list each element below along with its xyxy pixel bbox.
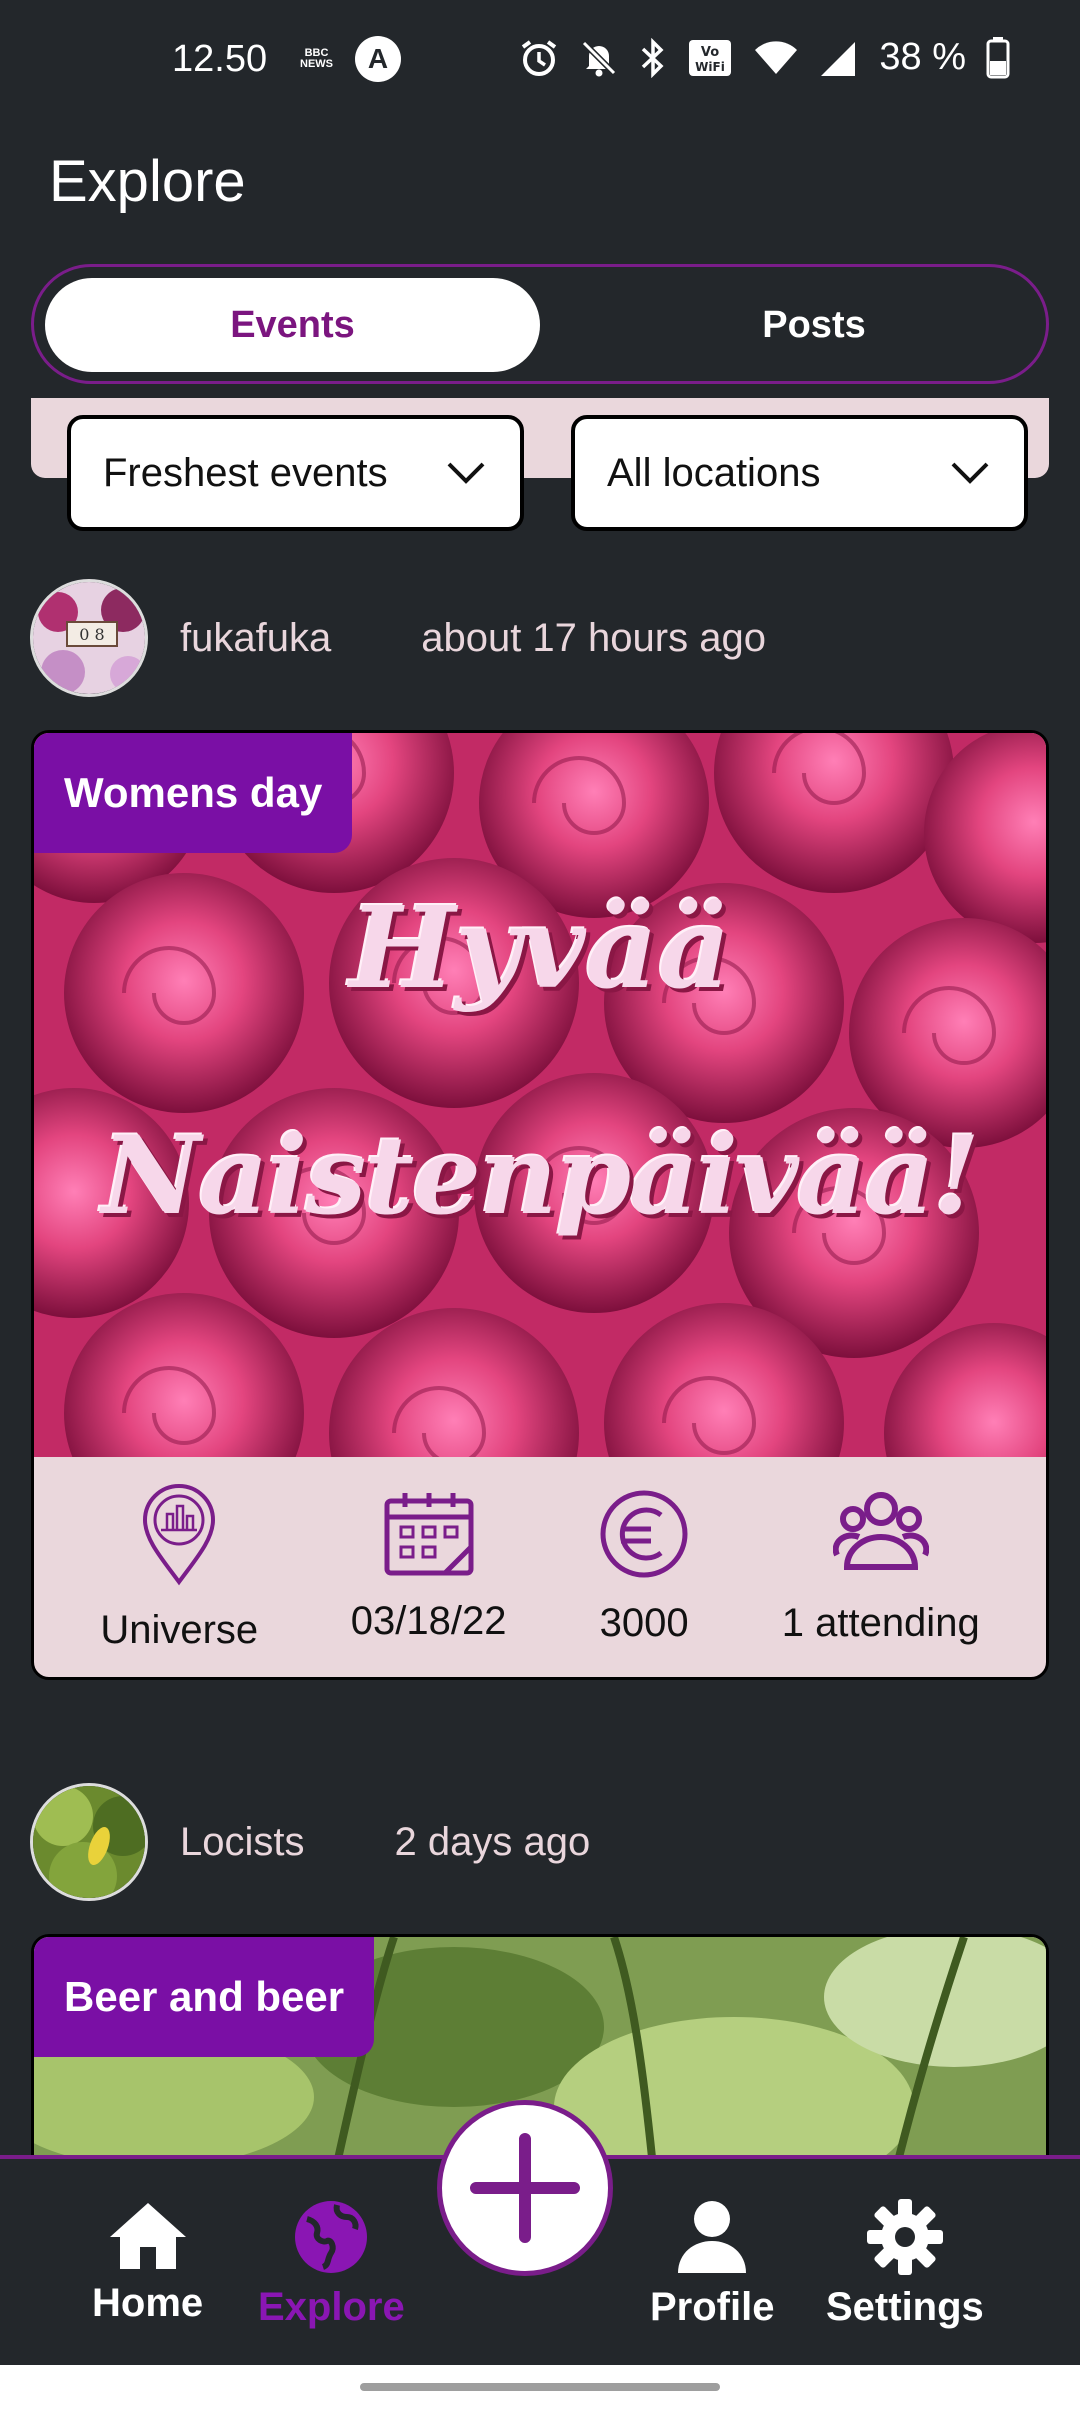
plus-icon (470, 2133, 580, 2243)
event-price: 3000 (599, 1489, 689, 1646)
author-name[interactable]: fukafuka (180, 616, 331, 661)
notification-icons: BBC NEWS A (300, 36, 401, 82)
event-price-text: 3000 (599, 1600, 689, 1645)
event-tag: Beer and beer (34, 1937, 375, 2057)
page-title: Explore (49, 149, 246, 214)
svg-text:0 8: 0 8 (79, 625, 104, 644)
globe-icon (295, 2201, 368, 2273)
nav-profile[interactable]: Profile (650, 2199, 774, 2330)
home-icon (109, 2203, 186, 2269)
gear-icon (866, 2199, 943, 2275)
nav-settings-label: Settings (826, 2285, 984, 2329)
tab-events[interactable]: Events (45, 278, 540, 372)
event-date: 03/18/22 (350, 1491, 507, 1644)
svg-text:Vo: Vo (701, 45, 719, 60)
system-status-icons: Vo WiFi 38 % (519, 36, 1010, 79)
nav-explore-label: Explore (258, 2285, 405, 2329)
chevron-down-icon (951, 462, 989, 484)
location-dropdown[interactable]: All locations (571, 415, 1028, 531)
nav-home-label: Home (92, 2281, 204, 2325)
avatar[interactable] (30, 1783, 148, 1901)
tab-switcher: Events Posts (31, 264, 1049, 384)
event-tag: Womens day (34, 733, 353, 853)
nav-profile-label: Profile (650, 2285, 775, 2329)
post-time: about 17 hours ago (421, 615, 766, 660)
event-attendees[interactable]: 1 attending (782, 1489, 980, 1646)
chevron-down-icon (447, 462, 485, 484)
event-attending-text: 1 attending (781, 1600, 980, 1645)
tab-posts[interactable]: Posts (574, 278, 1054, 372)
euro-icon (600, 1490, 688, 1577)
event-location-text: Universe (100, 1607, 259, 1652)
nav-home[interactable]: Home (92, 2199, 203, 2326)
event-date-text: 03/18/22 (350, 1598, 507, 1643)
event-card[interactable]: Hyvää Naistenpäivää! Womens day Universe (31, 730, 1049, 1680)
avatar[interactable]: 0 8 (30, 579, 148, 697)
sort-dropdown-value: Freshest events (103, 450, 388, 495)
event-image: Hyvää Naistenpäivää! Womens day (34, 733, 1046, 1457)
alarm-icon (522, 39, 557, 76)
bluetooth-icon (642, 37, 664, 78)
post-header: Locists 2 days ago (30, 1782, 1050, 1902)
battery-percent: 38 % (879, 36, 966, 78)
person-icon (678, 2201, 747, 2273)
location-dropdown-value: All locations (607, 450, 821, 495)
nav-explore[interactable]: Explore (258, 2199, 405, 2330)
status-time: 12.50 (172, 38, 268, 80)
author-name[interactable]: Locists (180, 1820, 305, 1865)
nav-settings[interactable]: Settings (826, 2199, 984, 2330)
wifi-icon (755, 40, 798, 74)
create-button[interactable] (437, 2100, 613, 2276)
image-greeting-line-2: Naistenpäivää! (101, 1113, 980, 1239)
sort-dropdown[interactable]: Freshest events (67, 415, 524, 531)
battery-icon (986, 36, 1010, 78)
group-icon (832, 1491, 929, 1570)
image-greeting-line-1: Hyvää (349, 883, 731, 1014)
signal-icon (821, 41, 856, 76)
event-location: Universe (100, 1482, 258, 1653)
event-info-row: Universe 03/18/22 3000 1 attending (34, 1457, 1046, 1677)
svg-text:WiFi: WiFi (696, 60, 726, 74)
post-time: 2 days ago (394, 1819, 591, 1864)
mute-icon (582, 40, 617, 76)
vowifi-icon: VoWiFi (689, 39, 732, 76)
location-pin-icon (143, 1483, 216, 1585)
post-header: 0 8 fukafuka about 17 hours ago (30, 578, 1050, 698)
bbc-news-icon: BBC NEWS (300, 47, 333, 70)
home-indicator[interactable] (360, 2383, 720, 2391)
app-notification-icon: A (355, 36, 401, 82)
calendar-icon (384, 1492, 474, 1575)
status-bar: 12.50 BBC NEWS A Vo WiFi 38 % (0, 0, 1080, 125)
